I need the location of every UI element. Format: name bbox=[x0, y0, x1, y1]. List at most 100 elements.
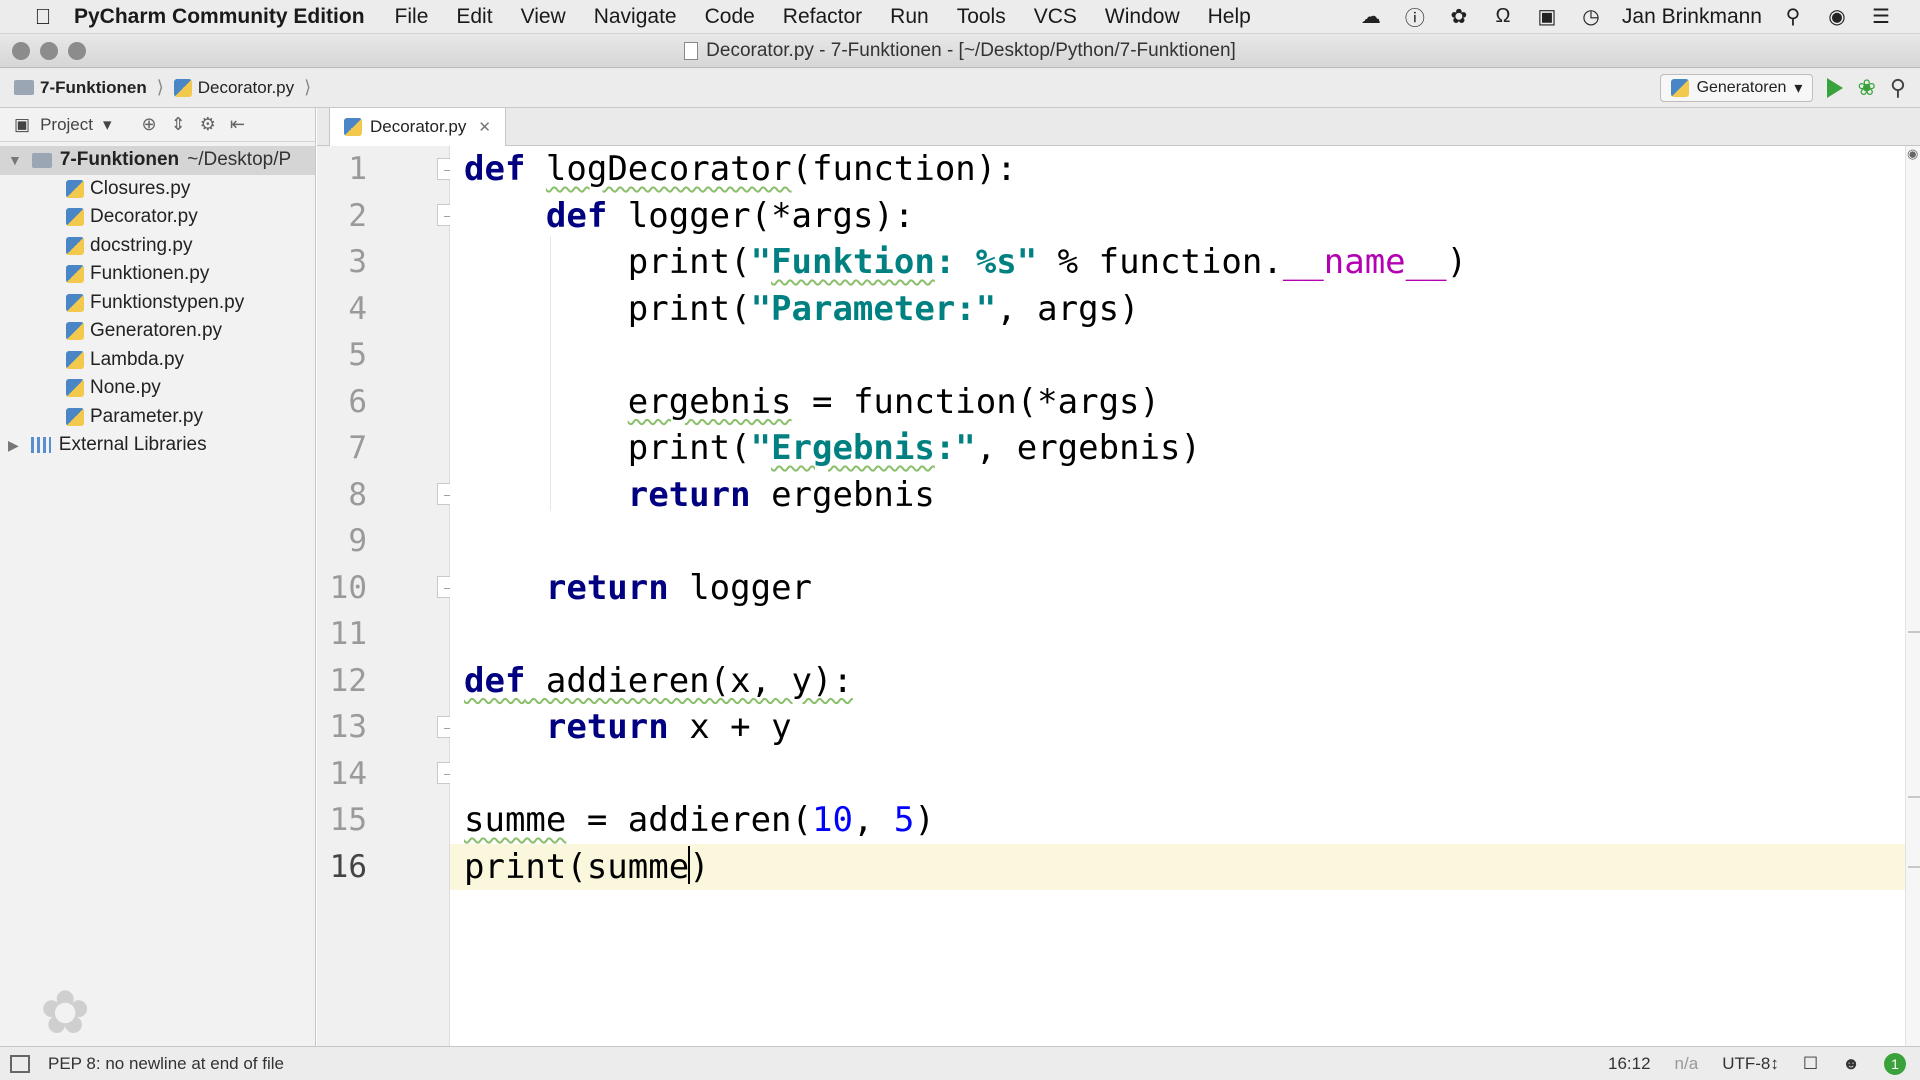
project-panel-header: ▣ Project ▾ ⊕ ⇕ ⚙ ⇤ bbox=[0, 108, 315, 142]
line-separator[interactable]: n/a bbox=[1675, 1054, 1699, 1074]
tool-windows-toggle-icon[interactable] bbox=[10, 1054, 30, 1073]
code-editor[interactable]: def logDecorator(function): def logger(*… bbox=[450, 146, 1905, 1046]
code-line-8[interactable]: return ergebnis bbox=[464, 472, 935, 519]
lock-icon[interactable]: ☐ bbox=[1803, 1054, 1818, 1074]
project-view-select[interactable]: Project bbox=[40, 115, 93, 135]
editor-tab-decorator[interactable]: Decorator.py ✕ bbox=[329, 108, 506, 146]
tree-file-item[interactable]: Parameter.py bbox=[0, 403, 315, 432]
butterfly-watermark-icon: ✿ bbox=[40, 979, 91, 1046]
code-line-12[interactable]: def addieren(x, y): bbox=[464, 658, 853, 705]
run-button[interactable] bbox=[1827, 77, 1844, 98]
event-log-badge[interactable]: 1 bbox=[1884, 1052, 1906, 1075]
app-name-menu[interactable]: PyCharm Community Edition bbox=[74, 5, 365, 29]
status-bar: PEP 8: no newline at end of file 16:12 n… bbox=[0, 1046, 1920, 1080]
close-window-button[interactable] bbox=[12, 42, 30, 60]
close-tab-icon[interactable]: ✕ bbox=[478, 118, 491, 136]
search-everywhere-icon[interactable]: ⚲ bbox=[1890, 75, 1906, 101]
code-line-2[interactable]: def logger(*args): bbox=[464, 193, 914, 240]
menu-refactor[interactable]: Refactor bbox=[783, 5, 862, 29]
line-number: 2 bbox=[348, 197, 367, 234]
menu-file[interactable]: File bbox=[395, 5, 429, 29]
tree-external-libraries[interactable]: ▶ External Libraries bbox=[0, 431, 315, 460]
menu-vcs[interactable]: VCS bbox=[1034, 5, 1077, 29]
python-file-icon bbox=[173, 78, 192, 97]
minimize-window-button[interactable] bbox=[40, 42, 58, 60]
text-caret bbox=[688, 845, 691, 884]
caret-position[interactable]: 16:12 bbox=[1608, 1054, 1651, 1074]
code-line-14[interactable] bbox=[464, 751, 484, 798]
file-encoding[interactable]: UTF-8↕ bbox=[1722, 1054, 1779, 1074]
code-line-16[interactable]: print(summe) bbox=[464, 844, 710, 891]
menu-window[interactable]: Window bbox=[1105, 5, 1180, 29]
hide-panel-icon[interactable]: ⇤ bbox=[230, 114, 245, 135]
breadcrumb-file[interactable]: Decorator.py bbox=[198, 78, 294, 98]
camera-icon[interactable]: ▣ bbox=[1534, 4, 1560, 30]
stripe-marker[interactable] bbox=[1908, 866, 1920, 868]
code-line-13[interactable]: return x + y bbox=[464, 704, 792, 751]
code-line-15[interactable]: summe = addieren(10, 5) bbox=[464, 797, 935, 844]
tree-file-item[interactable]: Decorator.py bbox=[0, 203, 315, 232]
window-controls bbox=[12, 42, 86, 60]
tree-root-path: ~/Desktop/P bbox=[187, 149, 292, 171]
code-line-1[interactable]: def logDecorator(function): bbox=[464, 146, 1017, 193]
headphones-icon[interactable]: Ω bbox=[1490, 4, 1516, 30]
debug-bug-icon[interactable]: ❀ bbox=[1857, 75, 1875, 101]
menu-help[interactable]: Help bbox=[1208, 5, 1251, 29]
code-line-9[interactable] bbox=[464, 518, 484, 565]
code-line-7[interactable]: print("Ergebnis:", ergebnis) bbox=[464, 425, 1201, 472]
gear-icon[interactable]: ⚙ bbox=[200, 114, 216, 135]
tree-file-item[interactable]: Lambda.py bbox=[0, 346, 315, 375]
stripe-marker[interactable] bbox=[1908, 631, 1920, 633]
code-line-6[interactable]: ergebnis = function(*args) bbox=[464, 379, 1160, 426]
run-configuration-select[interactable]: Generatoren ▾ bbox=[1659, 73, 1814, 102]
window-title-bar: Decorator.py - 7-Funktionen - [~/Desktop… bbox=[0, 34, 1920, 68]
cloud-sync-icon[interactable]: ☁ bbox=[1358, 4, 1384, 30]
locate-file-icon[interactable]: ⊕ bbox=[142, 114, 157, 135]
menu-tools[interactable]: Tools bbox=[957, 5, 1006, 29]
tree-file-label: Generatoren.py bbox=[90, 320, 223, 342]
code-line-10[interactable]: return logger bbox=[464, 565, 812, 612]
tree-file-item[interactable]: docstring.py bbox=[0, 232, 315, 261]
tree-external-label: External Libraries bbox=[58, 434, 207, 456]
editor-error-stripe[interactable]: ◉ bbox=[1905, 146, 1920, 1046]
tree-file-label: None.py bbox=[90, 377, 161, 399]
notification-center-icon[interactable]: ☰ bbox=[1868, 4, 1894, 30]
code-line-5[interactable] bbox=[464, 332, 484, 379]
tree-file-item[interactable]: Generatoren.py bbox=[0, 317, 315, 346]
collapse-all-icon[interactable]: ⇕ bbox=[171, 114, 186, 135]
inspection-eye-icon[interactable]: ◉ bbox=[1907, 146, 1918, 162]
siri-icon[interactable]: ◉ bbox=[1824, 4, 1850, 30]
code-line-4[interactable]: print("Parameter:", args) bbox=[464, 286, 1140, 333]
line-number: 14 bbox=[329, 755, 367, 792]
breadcrumb-separator-icon: ⟩ bbox=[304, 77, 312, 97]
inspector-icon[interactable]: ☻ bbox=[1842, 1054, 1860, 1074]
apple-menu-icon[interactable]:  bbox=[26, 4, 60, 30]
spotlight-search-icon[interactable]: ⚲ bbox=[1780, 4, 1806, 30]
tree-file-item[interactable]: Funktionen.py bbox=[0, 260, 315, 289]
breadcrumb-project[interactable]: 7-Funktionen bbox=[40, 78, 147, 98]
tree-root-folder[interactable]: ▼ 7-Funktionen ~/Desktop/P bbox=[0, 146, 315, 175]
tree-file-item[interactable]: Closures.py bbox=[0, 175, 315, 204]
line-number-current: 16 bbox=[329, 848, 367, 885]
menu-navigate[interactable]: Navigate bbox=[594, 5, 677, 29]
code-line-3[interactable]: print("Funktion: %s" % function.__name__… bbox=[464, 239, 1467, 286]
line-number: 1 bbox=[348, 151, 367, 187]
tree-file-item[interactable]: None.py bbox=[0, 374, 315, 403]
menu-code[interactable]: Code bbox=[705, 5, 755, 29]
password-manager-icon[interactable]: ⓘ bbox=[1402, 4, 1428, 30]
menu-view[interactable]: View bbox=[521, 5, 566, 29]
user-name[interactable]: Jan Brinkmann bbox=[1622, 5, 1762, 29]
collapsed-arrow-icon[interactable]: ▶ bbox=[8, 437, 19, 454]
expand-arrow-icon[interactable]: ▼ bbox=[8, 152, 22, 168]
code-line-11[interactable] bbox=[464, 611, 484, 658]
zoom-window-button[interactable] bbox=[68, 42, 86, 60]
project-view-icon: ▣ bbox=[14, 114, 31, 134]
chevron-down-icon[interactable]: ▾ bbox=[103, 115, 112, 135]
python-file-icon bbox=[344, 118, 362, 136]
leaf-icon[interactable]: ✿ bbox=[1446, 4, 1472, 30]
time-machine-icon[interactable]: ◷ bbox=[1578, 4, 1604, 30]
menu-run[interactable]: Run bbox=[890, 5, 929, 29]
tree-file-item[interactable]: Funktionstypen.py bbox=[0, 289, 315, 318]
stripe-marker[interactable] bbox=[1908, 796, 1920, 798]
menu-edit[interactable]: Edit bbox=[456, 5, 492, 29]
